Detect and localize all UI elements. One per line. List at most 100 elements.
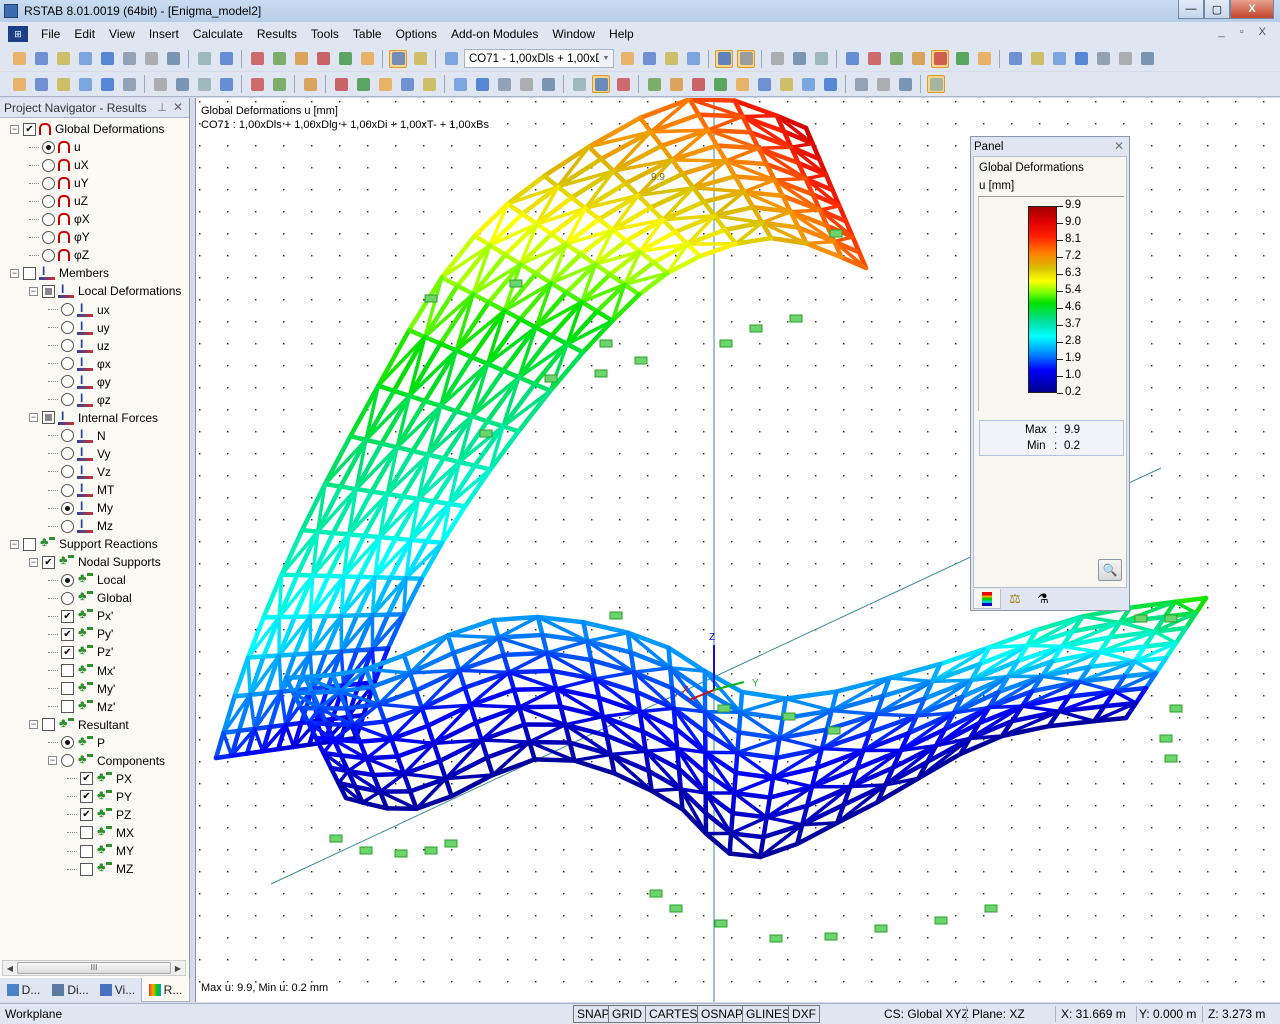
redo-button[interactable]: [217, 50, 235, 68]
member[interactable]: [309, 689, 342, 695]
radio-button[interactable]: [61, 519, 74, 533]
tree-item-vz[interactable]: Vz: [48, 463, 111, 481]
member[interactable]: [731, 770, 739, 796]
print-button[interactable]: [142, 50, 160, 68]
menu-table[interactable]: Table: [346, 27, 389, 41]
radio-button[interactable]: [61, 357, 74, 371]
tree-item-global-deformations[interactable]: − ✔ Global Deformations: [10, 120, 164, 138]
tree-item-components[interactable]: − Components: [48, 751, 165, 770]
collapse-icon[interactable]: −: [48, 756, 57, 766]
tree-item-vy[interactable]: Vy: [48, 445, 111, 463]
undo-button[interactable]: [195, 50, 213, 68]
checkbox[interactable]: [80, 862, 93, 876]
checkbox[interactable]: [42, 284, 55, 298]
release-button[interactable]: [120, 75, 138, 93]
navigator-tab-data[interactable]: D...: [0, 978, 47, 1002]
tree-item-uz[interactable]: uz: [48, 337, 110, 355]
member[interactable]: [820, 746, 866, 753]
view-iso-button[interactable]: [887, 50, 905, 68]
edit-button[interactable]: [248, 50, 266, 68]
radio-button[interactable]: [61, 573, 74, 587]
window-button[interactable]: [358, 50, 376, 68]
tree-item-uy[interactable]: uY: [29, 174, 89, 192]
checkbox[interactable]: ✔: [80, 772, 93, 786]
print-report-button[interactable]: [164, 50, 182, 68]
maximize-button[interactable]: ▢: [1204, 0, 1230, 19]
support-symbol[interactable]: [829, 229, 843, 238]
radio-button[interactable]: [61, 375, 74, 389]
support-symbol[interactable]: [424, 846, 438, 855]
checkbox[interactable]: ✔: [80, 790, 93, 804]
annotation-button[interactable]: [270, 75, 288, 93]
member[interactable]: [479, 738, 532, 744]
member[interactable]: [213, 753, 234, 761]
osnap-toggle[interactable]: OSNAP: [697, 1005, 748, 1023]
radio-button[interactable]: [61, 339, 74, 353]
checkbox[interactable]: [61, 682, 74, 696]
support-symbol[interactable]: [827, 726, 841, 735]
support-symbol[interactable]: [874, 924, 888, 933]
nodal-load-button[interactable]: [151, 75, 169, 93]
support-symbol[interactable]: [634, 356, 648, 365]
Mz-button[interactable]: [777, 75, 795, 93]
radio-button[interactable]: [61, 736, 74, 750]
member[interactable]: [696, 112, 745, 119]
show-results-button[interactable]: [662, 50, 680, 68]
support-symbol[interactable]: [669, 904, 683, 913]
tree-item-my[interactable]: MY: [67, 841, 134, 860]
member[interactable]: [371, 771, 407, 778]
checkbox[interactable]: ✔: [61, 609, 74, 623]
tree-item-φx[interactable]: φX: [29, 210, 90, 228]
checkbox[interactable]: [42, 411, 55, 425]
member-diagram-button[interactable]: [645, 75, 663, 93]
cartes-toggle[interactable]: CARTES: [645, 1005, 702, 1023]
tree-item-n[interactable]: N: [48, 427, 106, 445]
dimension-button[interactable]: [248, 75, 266, 93]
menu-help[interactable]: Help: [602, 27, 641, 41]
new-button[interactable]: [10, 50, 28, 68]
navigator-tab-display[interactable]: Di...: [47, 978, 94, 1002]
pz-button[interactable]: [821, 75, 839, 93]
checkbox[interactable]: ✔: [61, 645, 74, 659]
menu-insert[interactable]: Insert: [142, 27, 186, 41]
member[interactable]: [506, 668, 554, 675]
pin-icon[interactable]: ⊥: [157, 101, 167, 114]
close-icon[interactable]: ✕: [173, 100, 183, 114]
menu-file[interactable]: File: [34, 27, 67, 41]
chevron-down-icon[interactable]: ▼: [599, 50, 613, 67]
panel-zoom-button[interactable]: 🔍: [1098, 559, 1122, 581]
tree-item-pz[interactable]: ✔ PZ: [67, 805, 131, 824]
tree-item-φy[interactable]: φy: [48, 373, 111, 391]
view-minus-x-button[interactable]: [517, 75, 535, 93]
member-results-button[interactable]: [790, 50, 808, 68]
load-case-button[interactable]: [442, 50, 460, 68]
member[interactable]: [727, 831, 734, 856]
tree-item-local-deformations[interactable]: − Local Deformations: [29, 282, 181, 300]
member[interactable]: [730, 790, 737, 816]
member-set-button[interactable]: [76, 75, 94, 93]
member[interactable]: [283, 674, 308, 681]
values-on-off-button[interactable]: [737, 49, 755, 68]
mdi-window-controls[interactable]: _ ▫ X: [1219, 26, 1272, 38]
dlubal-logo-icon[interactable]: ⊞: [8, 26, 28, 42]
radio-button[interactable]: [61, 393, 74, 407]
support-symbol[interactable]: [1164, 754, 1178, 763]
py-button[interactable]: [799, 75, 817, 93]
support-symbol[interactable]: [717, 704, 731, 713]
tree-item-py-[interactable]: ✔ Py': [48, 624, 113, 643]
radio-button[interactable]: [42, 176, 55, 190]
support-symbol[interactable]: [1134, 614, 1148, 623]
tree-item-φz[interactable]: φz: [48, 391, 111, 409]
support-symbol[interactable]: [984, 904, 998, 913]
collapse-icon[interactable]: −: [29, 557, 38, 567]
My-button[interactable]: [755, 75, 773, 93]
tree-item-mz-[interactable]: Mz': [48, 697, 115, 716]
checkbox[interactable]: ✔: [23, 122, 36, 136]
member[interactable]: [774, 735, 782, 761]
support-symbol[interactable]: [769, 934, 783, 943]
menu-add-on-modules[interactable]: Add-on Modules: [444, 27, 545, 41]
navigator-button[interactable]: [389, 49, 407, 68]
grid-toggle[interactable]: GRID: [608, 1005, 646, 1023]
member[interactable]: [640, 729, 649, 754]
member-button[interactable]: [32, 75, 50, 93]
